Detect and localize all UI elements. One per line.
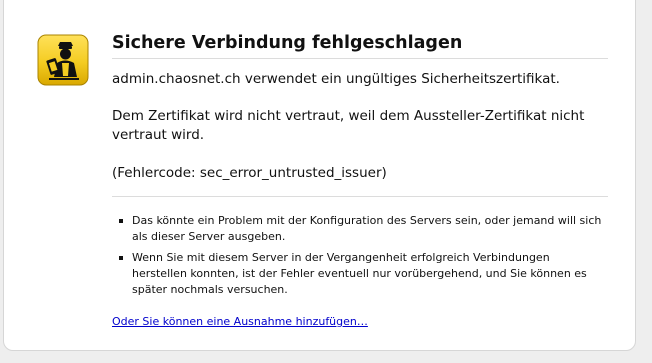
error-reason-item: Wenn Sie mit diesem Server in der Vergan… [112, 250, 608, 298]
content-separator [112, 196, 608, 197]
error-title: Sichere Verbindung fehlgeschlagen [112, 32, 608, 59]
browser-error-page: Sichere Verbindung fehlgeschlagen admin.… [0, 0, 652, 363]
error-reason-text: Das könnte ein Problem mit der Konfigura… [132, 214, 602, 243]
error-content: Sichere Verbindung fehlgeschlagen admin.… [112, 32, 608, 329]
error-short-description: admin.chaosnet.ch verwendet ein ungültig… [112, 71, 560, 87]
error-card: Sichere Verbindung fehlgeschlagen admin.… [3, 0, 636, 351]
error-code: (Fehlercode: sec_error_untrusted_issuer) [112, 165, 387, 181]
bullet-square-icon [119, 256, 123, 260]
error-reason-text: Wenn Sie mit diesem Server in der Vergan… [132, 251, 587, 296]
error-long-description: Dem Zertifikat wird nicht vertraut, weil… [112, 108, 585, 143]
add-exception-link[interactable]: Oder Sie können eine Ausnahme hinzufügen… [112, 315, 368, 329]
error-reasons-list: Das könnte ein Problem mit der Konfigura… [112, 213, 608, 298]
security-officer-warning-icon [37, 34, 89, 86]
bullet-square-icon [119, 219, 123, 223]
error-reason-item: Das könnte ein Problem mit der Konfigura… [112, 213, 608, 245]
